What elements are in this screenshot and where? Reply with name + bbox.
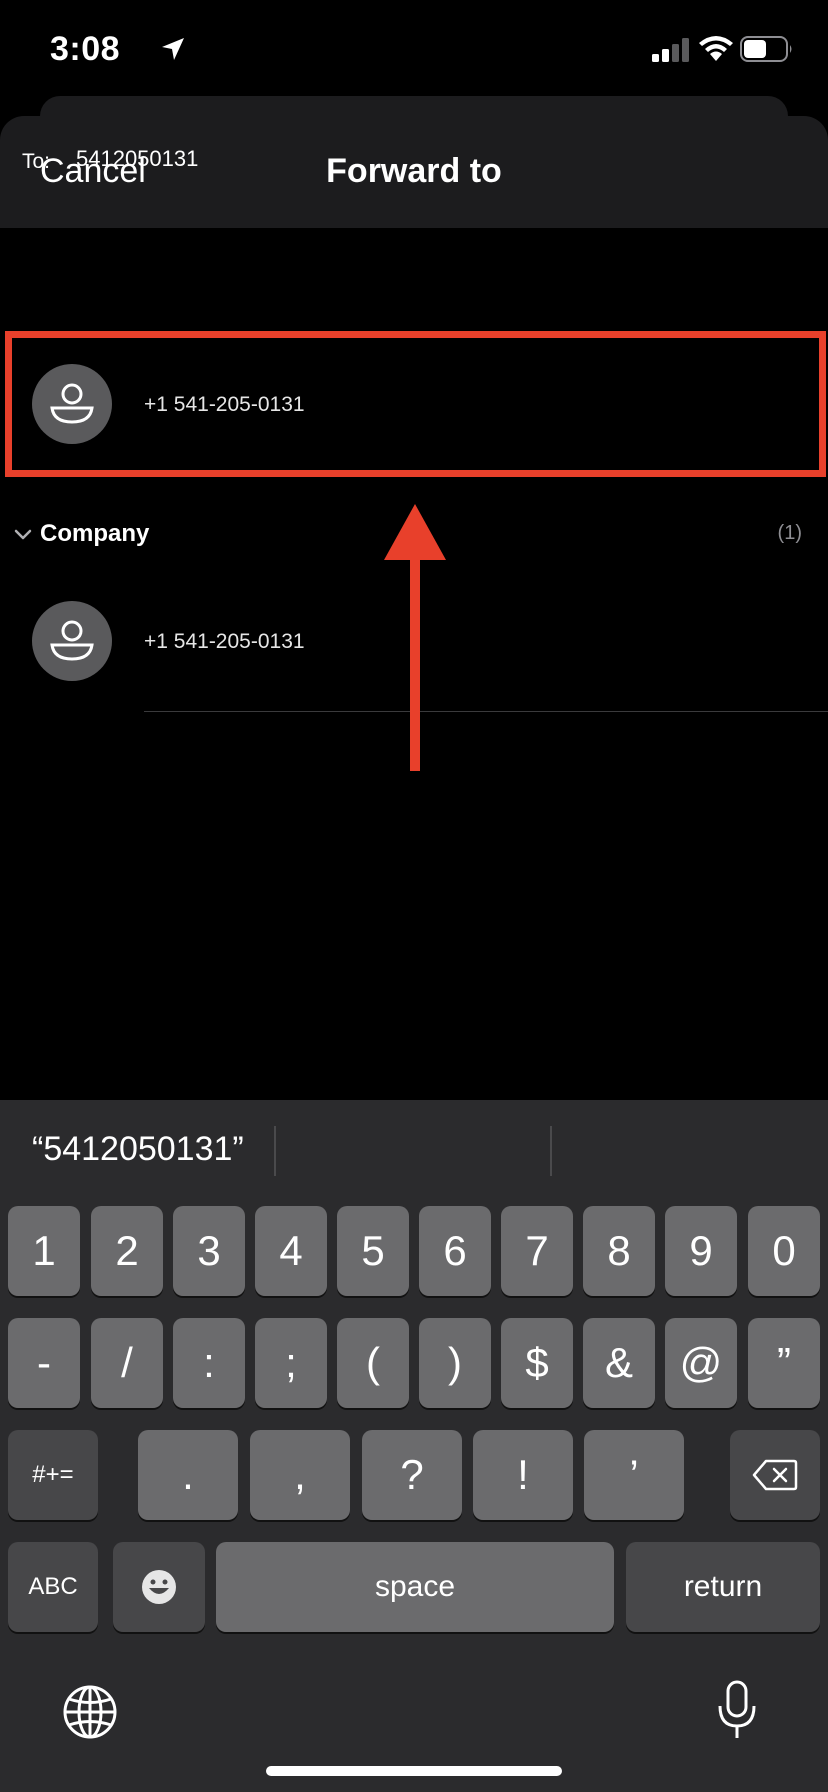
- key-7[interactable]: 7: [501, 1206, 573, 1296]
- emoji-button[interactable]: [113, 1542, 205, 1632]
- symbols-key[interactable]: #+=: [8, 1430, 98, 1520]
- key-dollar[interactable]: $: [501, 1318, 573, 1408]
- status-time: 3:08: [50, 30, 121, 68]
- key-semicolon[interactable]: ;: [255, 1318, 327, 1408]
- delete-button[interactable]: [730, 1430, 820, 1520]
- divider: [274, 1126, 276, 1176]
- key-at[interactable]: @: [665, 1318, 737, 1408]
- key-apostrophe[interactable]: ’: [584, 1430, 684, 1520]
- key-1[interactable]: 1: [8, 1206, 80, 1296]
- abc-key[interactable]: ABC: [8, 1542, 98, 1632]
- microphone-icon[interactable]: [716, 1680, 758, 1740]
- key-9[interactable]: 9: [665, 1206, 737, 1296]
- emoji-icon: [142, 1570, 176, 1604]
- return-key[interactable]: return: [626, 1542, 820, 1632]
- arrow-annotation: [384, 504, 446, 771]
- space-key[interactable]: space: [216, 1542, 614, 1632]
- key-8[interactable]: 8: [583, 1206, 655, 1296]
- key-colon[interactable]: :: [173, 1318, 245, 1408]
- key-question[interactable]: ?: [362, 1430, 462, 1520]
- to-input[interactable]: 5412050131: [76, 146, 198, 172]
- globe-icon[interactable]: [62, 1684, 118, 1740]
- divider: [144, 711, 828, 712]
- chevron-down-icon[interactable]: [14, 528, 32, 542]
- highlight-annotation: [5, 331, 826, 477]
- key-quote[interactable]: ”: [748, 1318, 820, 1408]
- battery-icon: [740, 36, 792, 62]
- section-count: (1): [777, 522, 802, 544]
- key-hyphen[interactable]: -: [8, 1318, 80, 1408]
- key-5[interactable]: 5: [337, 1206, 409, 1296]
- to-label: To:: [22, 150, 51, 173]
- suggestion-bar: “5412050131”: [0, 1100, 828, 1200]
- avatar: [32, 601, 112, 681]
- divider: [550, 1126, 552, 1176]
- key-6[interactable]: 6: [419, 1206, 491, 1296]
- key-2[interactable]: 2: [91, 1206, 163, 1296]
- key-close-paren[interactable]: ): [419, 1318, 491, 1408]
- signal-icon: [652, 38, 689, 62]
- section-title[interactable]: Company: [40, 520, 149, 548]
- location-arrow-icon: [162, 38, 184, 60]
- key-period[interactable]: .: [138, 1430, 238, 1520]
- key-0[interactable]: 0: [748, 1206, 820, 1296]
- key-open-paren[interactable]: (: [337, 1318, 409, 1408]
- suggestion[interactable]: “5412050131”: [32, 1130, 244, 1169]
- key-3[interactable]: 3: [173, 1206, 245, 1296]
- home-indicator[interactable]: [266, 1766, 562, 1776]
- wifi-icon: [699, 36, 733, 61]
- key-4[interactable]: 4: [255, 1206, 327, 1296]
- status-bar: 3:08: [0, 0, 828, 100]
- contact-number: +1 541-205-0131: [144, 630, 305, 653]
- key-ampersand[interactable]: &: [583, 1318, 655, 1408]
- key-slash[interactable]: /: [91, 1318, 163, 1408]
- key-comma[interactable]: ,: [250, 1430, 350, 1520]
- person-icon: [50, 620, 94, 661]
- key-exclamation[interactable]: !: [473, 1430, 573, 1520]
- delete-icon: [752, 1459, 798, 1491]
